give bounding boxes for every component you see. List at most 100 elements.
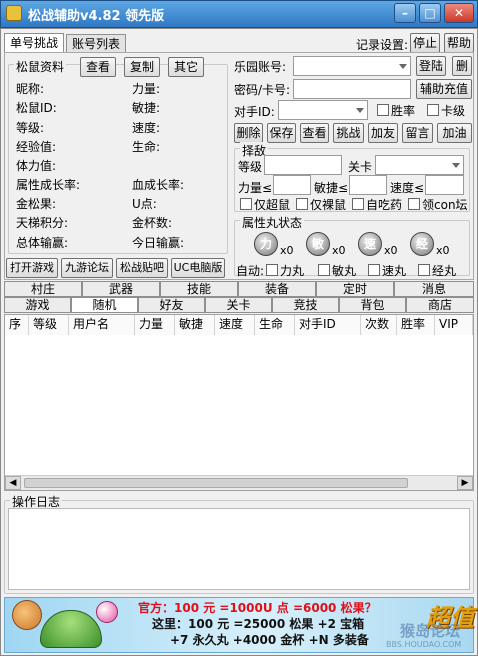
auto-power-label: 力丸 [280,264,305,278]
auto-exp-checkbox[interactable] [418,264,430,276]
filter-power-input[interactable] [273,175,311,195]
opponent-id-label: 对手ID: [234,105,275,119]
tab-single-challenge[interactable]: 单号挑战 [4,33,64,53]
today-winloss-label: 今日输赢: [132,236,185,250]
delete-account-button[interactable]: 删 [452,56,472,76]
cheer-button[interactable]: 加油 [437,123,472,143]
u-points-label: U点: [132,197,157,211]
life-label: 生命: [132,140,161,154]
filter-speed-input[interactable] [425,175,464,195]
tab-arena[interactable]: 竞技 [272,297,339,313]
uc-pc-button[interactable]: UC电脑版 [171,258,225,278]
speed-pill-count: x0 [384,244,398,257]
only-naked-checkbox[interactable] [296,198,308,210]
filter-stage-combo[interactable] [375,155,464,175]
tab-backpack[interactable]: 背包 [339,297,406,313]
password-label: 密码/卡号: [234,83,291,97]
tab-message[interactable]: 消息 [394,281,474,297]
copy-profile-button[interactable]: 复制 [124,57,160,77]
park-account-label: 乐园账号: [234,60,287,74]
claim-altar-checkbox[interactable] [408,198,420,210]
tab-friends[interactable]: 好友 [138,297,205,313]
column-header-life[interactable]: 生命 [255,315,295,335]
tab-account-list[interactable]: 账号列表 [66,34,126,54]
filter-level-label: 等级 [238,160,263,174]
log-textarea[interactable] [8,508,470,590]
filter-level-input[interactable] [264,155,342,175]
auto-agility-label: 敏丸 [332,264,357,278]
only-super-checkbox[interactable] [240,198,252,210]
column-header-win-rate[interactable]: 胜率 [397,315,435,335]
recharge-button[interactable]: 辅助充值 [416,79,472,99]
challenge-button[interactable]: 挑战 [333,123,364,143]
tab-timer[interactable]: 定时 [316,281,394,297]
win-rate-checkbox[interactable] [377,104,389,116]
tab-game[interactable]: 游戏 [4,297,71,313]
self-medicate-checkbox[interactable] [352,198,364,210]
column-header-speed[interactable]: 速度 [215,315,255,335]
ad-line-here: 这里：100 元 =25000 松果 +2 宝箱 [152,617,365,631]
tab-skill[interactable]: 技能 [160,281,238,297]
card-level-checkbox[interactable] [427,104,439,116]
hp-growth-label: 血成长率: [132,178,185,192]
power-label: 力量: [132,82,161,96]
auto-label: 自动: [236,264,265,278]
window-title: 松战辅助v4.82 领先版 [28,9,165,24]
message-button[interactable]: 留言 [402,123,433,143]
column-header-count[interactable]: 次数 [361,315,397,335]
filter-agility-input[interactable] [349,175,387,195]
help-button[interactable]: 帮助 [444,33,474,53]
win-rate-label: 胜率 [391,104,416,118]
login-button[interactable]: 登陆 [416,56,446,76]
column-header-power[interactable]: 力量 [135,315,175,335]
only-super-label: 仅超鼠 [254,198,291,212]
tab-village[interactable]: 村庄 [4,281,82,297]
agility-pill-icon: 敏 [306,232,330,256]
agility-pill-count: x0 [332,244,346,257]
self-medicate-label: 自吃药 [366,198,403,212]
auto-power-checkbox[interactable] [266,264,278,276]
agility-label: 敏捷: [132,101,161,115]
tab-weapon[interactable]: 武器 [82,281,160,297]
opponent-table[interactable] [4,314,474,491]
exp-pill-icon: 经 [410,232,434,256]
column-header-username[interactable]: 用户名 [69,315,135,335]
column-header-agility[interactable]: 敏捷 [175,315,215,335]
maximize-button[interactable]: □ [419,3,441,23]
park-account-combo[interactable] [293,56,411,76]
open-game-button[interactable]: 打开游戏 [6,258,58,278]
squirrel-mascot-icon [12,600,42,630]
save-button[interactable]: 保存 [267,123,296,143]
delete-button[interactable]: 删除 [234,123,263,143]
stop-button[interactable]: 停止 [410,33,440,53]
scroll-right-icon[interactable]: ▶ [457,476,473,490]
app-icon [6,5,22,21]
power-pill-count: x0 [280,244,294,257]
scrollbar-thumb[interactable] [24,478,408,488]
other-profile-button[interactable]: 其它 [168,57,204,77]
add-friend-button[interactable]: 加友 [368,123,398,143]
auto-speed-checkbox[interactable] [368,264,380,276]
tab-shop[interactable]: 商店 [406,297,474,313]
view-profile-button[interactable]: 查看 [80,57,116,77]
scroll-left-icon[interactable]: ◀ [5,476,21,490]
ad-line-bonus: +7 永久丸 +4000 金杯 +N 多装备 [170,633,369,647]
songzhan-tieba-button[interactable]: 松战贴吧 [116,258,168,278]
decor-ball-icon [96,601,118,623]
card-level-label: 卡级 [441,104,466,118]
record-settings-label: 记录设置: [356,38,409,52]
column-header-index[interactable]: 序 [5,315,29,335]
tab-equipment[interactable]: 装备 [238,281,316,297]
column-header-vip[interactable]: VIP [435,315,473,335]
jiuyou-forum-button[interactable]: 九游论坛 [61,258,113,278]
minimize-button[interactable]: – [394,3,416,23]
column-header-level[interactable]: 等级 [29,315,69,335]
column-header-opponent-id[interactable]: 对手ID [295,315,361,335]
auto-agility-checkbox[interactable] [318,264,330,276]
tab-random[interactable]: 随机 [71,297,138,313]
opponent-id-combo[interactable] [278,100,368,120]
close-button[interactable]: ✕ [444,3,474,23]
tab-stage[interactable]: 关卡 [205,297,272,313]
view-button[interactable]: 查看 [300,123,329,143]
password-input[interactable] [293,79,411,99]
